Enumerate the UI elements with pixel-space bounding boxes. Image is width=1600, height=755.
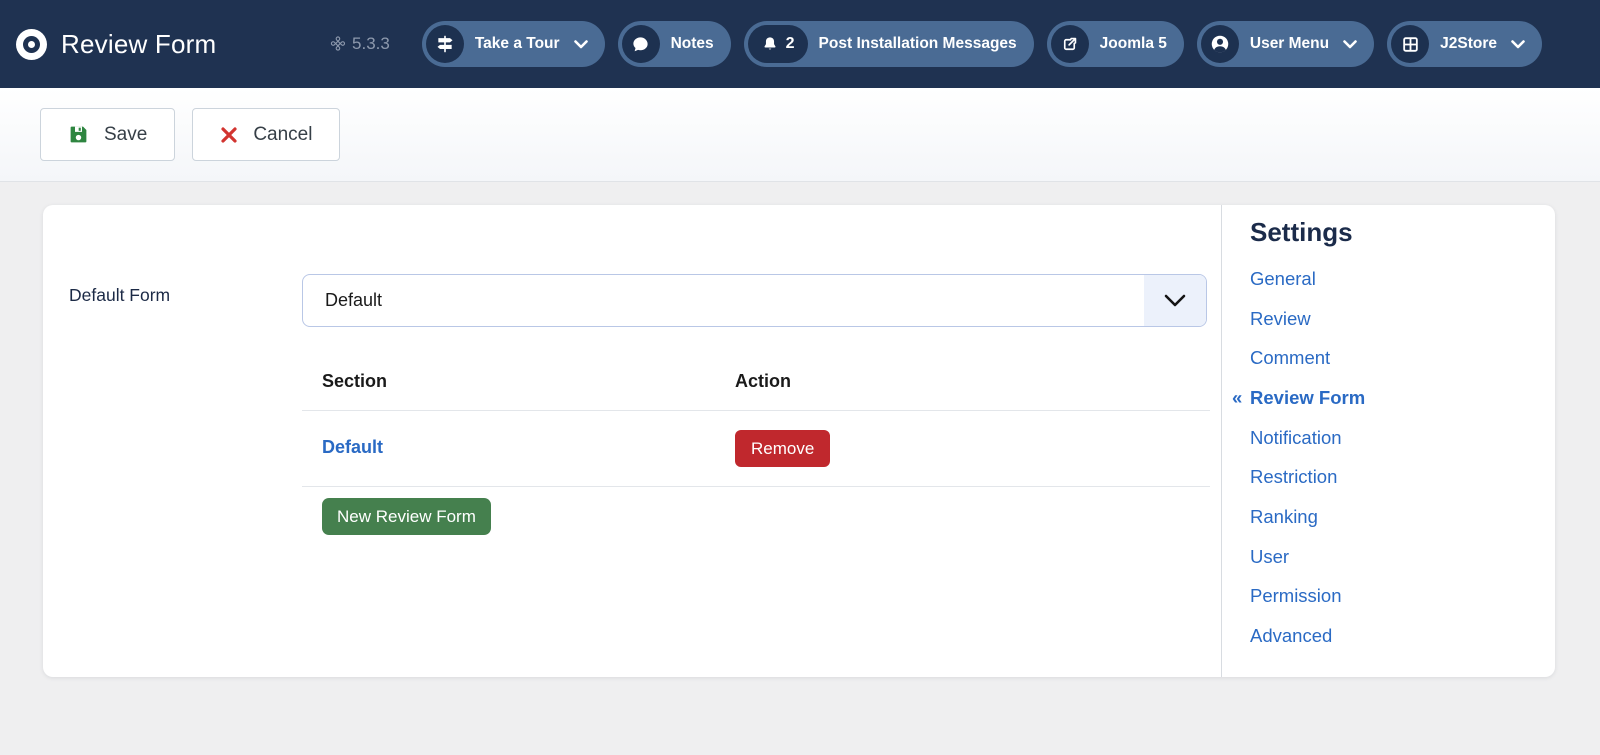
pill-label: J2Store: [1440, 35, 1497, 52]
page-background: Default Form Default Section Action Defa…: [0, 182, 1600, 755]
active-item-marker: «: [1232, 386, 1243, 408]
message-count: 2: [785, 35, 795, 52]
pill-label: Take a Tour: [474, 35, 560, 52]
save-label: Save: [104, 123, 148, 145]
cancel-button[interactable]: Cancel: [192, 108, 341, 161]
brand: Review Form: [16, 28, 217, 60]
version-number: 5.3.3: [352, 34, 390, 53]
table-divider: [302, 486, 1210, 487]
settings-item-ranking[interactable]: Ranking: [1250, 497, 1540, 537]
user-icon: [1200, 25, 1239, 63]
header-pills: Take a Tour Notes 2 Post Installation Me…: [421, 21, 1542, 67]
settings-heading: Settings: [1250, 217, 1353, 247]
pill-label: Post Installation Messages: [818, 35, 1017, 52]
save-icon: [68, 124, 89, 145]
select-value: Default: [325, 290, 383, 310]
chevron-down-icon: [1511, 39, 1525, 49]
review-form-card: Default Form Default Section Action Defa…: [43, 205, 1555, 677]
speech-bubble-icon: [621, 25, 660, 63]
settings-nav: General Review Comment « Review Form Not…: [1232, 259, 1540, 656]
settings-item-comment[interactable]: Comment: [1250, 338, 1540, 378]
take-a-tour-button[interactable]: Take a Tour: [421, 21, 605, 67]
joomla-site-button[interactable]: Joomla 5: [1046, 21, 1184, 67]
settings-item-review[interactable]: Review: [1250, 299, 1540, 339]
signpost-icon: [425, 25, 464, 63]
settings-item-notification[interactable]: Notification: [1250, 418, 1540, 458]
bell-icon: [761, 35, 779, 53]
chevron-down-icon: [1343, 39, 1357, 49]
admin-header: Review Form ⌘ 5.3.3 Take a Tour Notes 2 …: [0, 0, 1600, 88]
section-link[interactable]: Default: [322, 437, 383, 458]
settings-item-permission[interactable]: Permission: [1250, 577, 1540, 617]
settings-item-advanced[interactable]: Advanced: [1250, 616, 1540, 656]
content-sidebar-divider: [1221, 205, 1222, 677]
grid-icon: [1391, 25, 1430, 63]
action-toolbar: Save Cancel: [0, 88, 1600, 182]
settings-item-restriction[interactable]: Restriction: [1250, 457, 1540, 497]
pill-label: User Menu: [1249, 35, 1330, 52]
chevron-down-icon: [573, 39, 588, 49]
settings-item-review-form[interactable]: « Review Form: [1232, 378, 1540, 418]
j2store-menu-button[interactable]: J2Store: [1387, 21, 1542, 67]
new-review-form-button[interactable]: New Review Form: [322, 498, 491, 535]
cancel-x-icon: [220, 126, 238, 144]
review-form-icon: [16, 28, 47, 60]
notes-button[interactable]: Notes: [617, 21, 731, 67]
remove-button[interactable]: Remove: [735, 430, 831, 467]
column-header-action: Action: [735, 371, 791, 391]
chevron-down-icon: [1144, 275, 1206, 326]
joomla-logo-icon: ⌘: [325, 33, 349, 56]
cancel-label: Cancel: [253, 123, 313, 145]
save-button[interactable]: Save: [40, 108, 176, 161]
settings-item-user[interactable]: User: [1250, 537, 1540, 577]
notification-badge: 2: [747, 25, 808, 63]
table-divider: [302, 410, 1210, 411]
default-form-select[interactable]: Default: [302, 274, 1207, 327]
settings-sidebar: Settings General Review Comment « Review…: [1232, 217, 1540, 656]
post-installation-messages-button[interactable]: 2 Post Installation Messages: [743, 21, 1034, 67]
joomla-version: ⌘ 5.3.3: [326, 33, 390, 56]
pill-label: Joomla 5: [1099, 35, 1167, 52]
settings-item-general[interactable]: General: [1250, 259, 1540, 299]
column-header-section: Section: [322, 371, 388, 391]
page-title: Review Form: [61, 28, 217, 59]
user-menu-button[interactable]: User Menu: [1196, 21, 1375, 67]
external-link-icon: [1050, 25, 1089, 63]
default-form-label: Default Form: [69, 285, 171, 305]
pill-label: Notes: [670, 35, 714, 52]
